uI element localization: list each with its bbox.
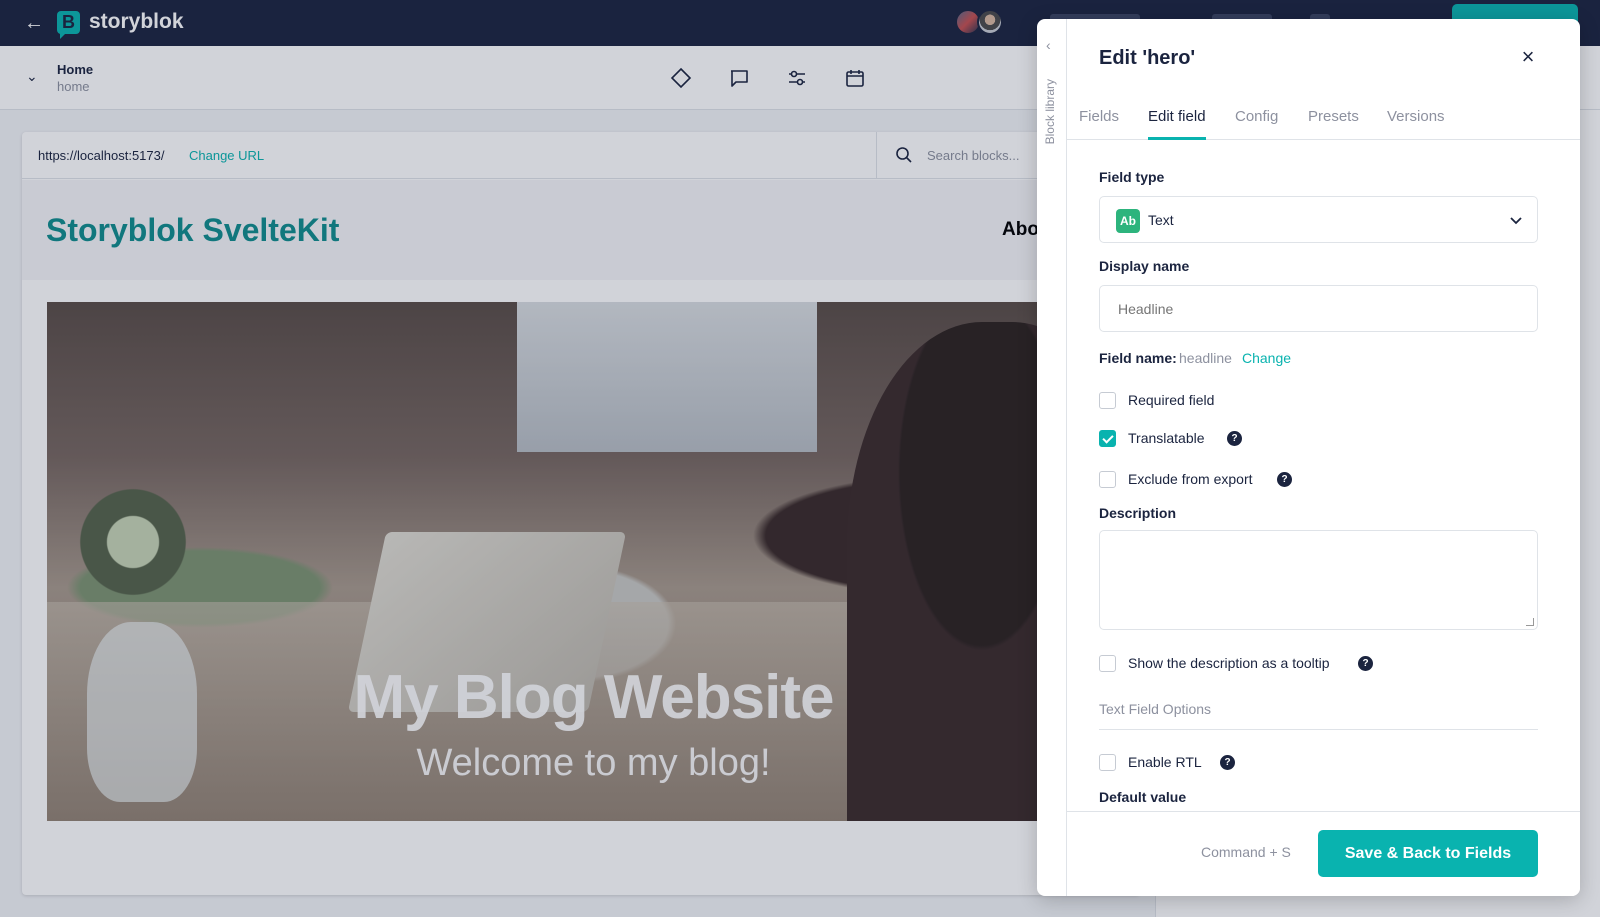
help-icon[interactable]: ?: [1277, 472, 1292, 487]
drawer-title: Edit 'hero': [1099, 47, 1196, 69]
tab-edit-field[interactable]: Edit field: [1148, 108, 1206, 140]
field-name-change-link[interactable]: Change: [1242, 350, 1291, 366]
edit-field-form[interactable]: Field type Ab Text Display name Field na…: [1067, 141, 1580, 811]
display-name-label: Display name: [1099, 258, 1190, 274]
translatable-checkbox[interactable]: [1099, 430, 1116, 447]
block-library-label[interactable]: Block library: [1043, 79, 1061, 144]
field-name-label: Field name:: [1099, 350, 1177, 366]
tab-fields[interactable]: Fields: [1079, 108, 1119, 137]
enable-rtl-checkbox[interactable]: [1099, 754, 1116, 771]
field-type-select[interactable]: Ab Text: [1099, 196, 1538, 243]
help-icon[interactable]: ?: [1358, 656, 1373, 671]
keyboard-shortcut-hint: Command + S: [1201, 844, 1291, 860]
block-library-toggle[interactable]: ‹ Block library: [1037, 19, 1067, 896]
tooltip-label[interactable]: Show the description as a tooltip: [1128, 655, 1330, 671]
drawer-footer: Command + S Save & Back to Fields: [1067, 811, 1580, 896]
display-name-input[interactable]: [1099, 285, 1538, 332]
description-textarea[interactable]: [1099, 530, 1538, 630]
required-field-checkbox[interactable]: [1099, 392, 1116, 409]
field-name-value: headline: [1179, 350, 1232, 366]
exclude-export-label[interactable]: Exclude from export: [1128, 471, 1253, 487]
field-type-label: Field type: [1099, 169, 1165, 185]
divider: [1099, 729, 1538, 730]
enable-rtl-label[interactable]: Enable RTL: [1128, 754, 1202, 770]
drawer-tabs: Fields Edit field Config Presets Version…: [1067, 105, 1580, 140]
description-label: Description: [1099, 505, 1177, 521]
save-back-to-fields-button[interactable]: Save & Back to Fields: [1318, 830, 1538, 877]
close-icon[interactable]: ×: [1518, 46, 1538, 68]
required-field-label[interactable]: Required field: [1128, 392, 1214, 408]
chevron-left-icon[interactable]: ‹: [1046, 37, 1051, 53]
help-icon[interactable]: ?: [1227, 431, 1242, 446]
field-type-value: Text: [1148, 212, 1174, 228]
translatable-label[interactable]: Translatable: [1128, 430, 1205, 446]
tab-presets[interactable]: Presets: [1308, 108, 1359, 137]
text-field-options-title: Text Field Options: [1099, 701, 1212, 717]
tab-versions[interactable]: Versions: [1387, 108, 1445, 137]
edit-block-drawer: ‹ Block library Edit 'hero' × Fields Edi…: [1037, 19, 1580, 896]
tab-config[interactable]: Config: [1235, 108, 1278, 137]
help-icon[interactable]: ?: [1220, 755, 1235, 770]
chevron-down-icon: [1510, 217, 1522, 225]
default-value-label: Default value: [1099, 789, 1187, 805]
tooltip-checkbox[interactable]: [1099, 655, 1116, 672]
text-type-icon: Ab: [1116, 209, 1140, 233]
exclude-export-checkbox[interactable]: [1099, 471, 1116, 488]
